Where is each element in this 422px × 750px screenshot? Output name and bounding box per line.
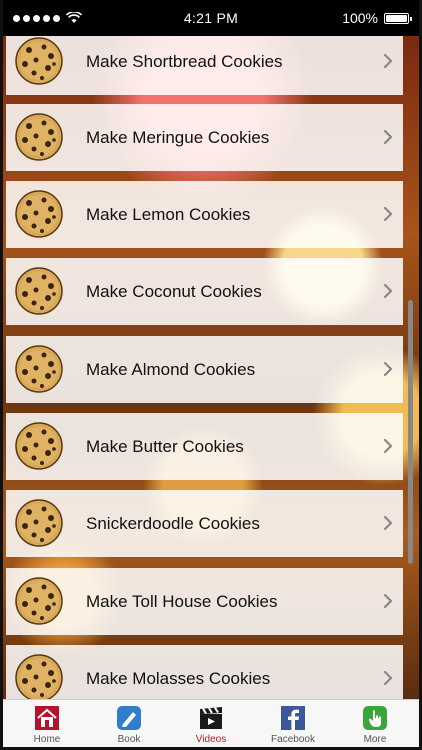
list-item-label: Make Shortbread Cookies [86,52,283,71]
tab-book[interactable]: Book [88,700,170,747]
tab-home[interactable]: Home [6,700,88,747]
list-item[interactable]: Make Molasses Cookies [6,645,403,699]
list-item-label: Make Lemon Cookies [86,205,251,224]
tab-label: Videos [195,734,227,745]
list-item[interactable]: Make Butter Cookies [6,413,403,480]
list-item[interactable]: Make Meringue Cookies [6,104,403,171]
chevron-right-icon [383,206,393,222]
list-item-label: Make Meringue Cookies [86,128,270,147]
cookie-icon [14,421,64,471]
book-icon [116,705,142,731]
chevron-right-icon [383,129,393,145]
chevron-right-icon [383,53,393,69]
battery-area: 100% [289,10,412,26]
tab-label: Book [117,734,141,745]
scrollbar[interactable] [408,300,413,564]
list-item-label: Make Almond Cookies [86,360,256,379]
facebook-icon [280,705,306,731]
signal-area [13,12,133,24]
tab-videos[interactable]: Videos [170,700,252,747]
list-item[interactable]: Make Shortbread Cookies [6,36,403,95]
list-item-label: Snickerdoodle Cookies [86,514,260,533]
signal-strength-icon [13,14,60,22]
cookie-icon [14,189,64,239]
wifi-icon [66,12,82,23]
list-item[interactable]: Make Toll House Cookies [6,568,403,635]
list-item-label: Make Toll House Cookies [86,592,278,611]
tab-facebook[interactable]: Facebook [252,700,334,747]
chevron-right-icon [383,283,393,299]
tab-label: More [363,734,387,745]
cookie-icon [14,576,64,626]
list-item[interactable]: Make Lemon Cookies [6,181,403,248]
list-item[interactable]: Make Coconut Cookies [6,258,403,325]
battery-icon [384,12,412,24]
chevron-right-icon [383,670,393,686]
videos-icon [198,705,224,731]
status-bar: 4:21 PM 100% [3,0,419,36]
tab-label: Home [33,734,61,745]
list-item-label: Make Butter Cookies [86,437,244,456]
battery-percent: 100% [342,10,378,26]
cookie-icon [14,266,64,316]
cookie-icon [14,498,64,548]
home-icon [34,705,60,731]
chevron-right-icon [383,438,393,454]
tab-label: Facebook [271,734,315,745]
cookie-list[interactable]: Make Shortbread Cookies Make Meringue Co… [6,36,403,699]
cookie-icon [14,653,64,699]
tab-bar: Home Book Videos Facebook More [3,699,419,747]
list-item-label: Make Coconut Cookies [86,282,262,301]
chevron-right-icon [383,515,393,531]
list-item[interactable]: Make Almond Cookies [6,336,403,403]
chevron-right-icon [383,361,393,377]
status-time: 4:21 PM [183,10,239,26]
cookie-icon [14,36,64,86]
list-item[interactable]: Snickerdoodle Cookies [6,490,403,557]
app-frame: 4:21 PM 100% Make Shortbread Cookies Mak… [0,0,422,750]
more-icon [362,705,388,731]
cookie-icon [14,344,64,394]
tab-more[interactable]: More [334,700,416,747]
chevron-right-icon [383,593,393,609]
cookie-icon [14,112,64,162]
list-item-label: Make Molasses Cookies [86,669,271,688]
